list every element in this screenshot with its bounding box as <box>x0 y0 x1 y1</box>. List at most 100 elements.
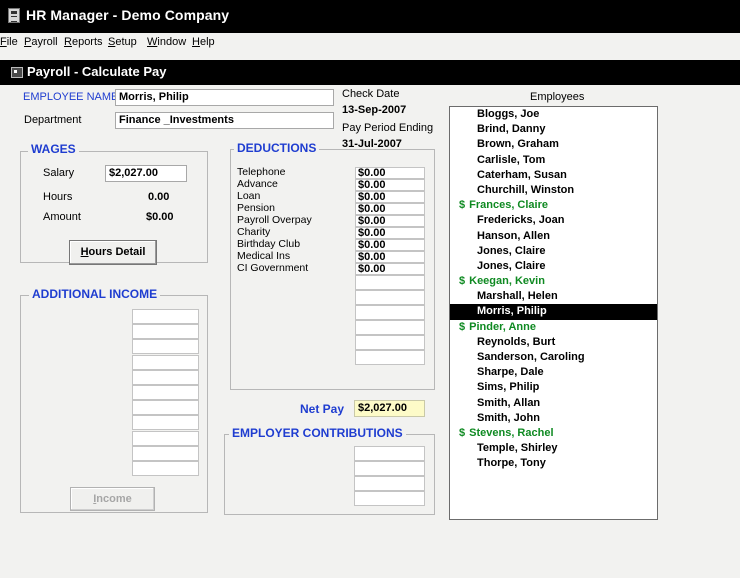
employee-name: Brind, Danny <box>477 123 546 136</box>
hours-value: 0.00 <box>148 191 170 203</box>
additional-income-cell[interactable] <box>132 461 199 476</box>
employees-label: Employees <box>530 91 585 103</box>
deduction-value-cell[interactable]: $0.00 <box>355 167 425 179</box>
employee-list-item[interactable]: $ Pinder, Anne <box>450 320 657 335</box>
deduction-label: CI Government <box>237 262 309 274</box>
deduction-label: Telephone <box>237 166 286 178</box>
window-right-edge <box>740 0 747 588</box>
window-titlebar[interactable]: HR Manager - Demo Company <box>0 0 740 33</box>
paid-flag-icon: $ <box>459 426 466 439</box>
employee-list-item[interactable]: Brown, Graham <box>450 137 657 152</box>
deduction-value-cell[interactable]: $0.00 <box>355 203 425 215</box>
employee-list-item[interactable]: Carlisle, Tom <box>450 153 657 168</box>
deduction-label: Birthday Club <box>237 238 301 250</box>
child-window-title: Payroll - Calculate Pay <box>27 64 167 79</box>
employee-list-item[interactable]: $ Keegan, Kevin <box>450 274 657 289</box>
employee-list-item[interactable]: Smith, Allan <box>450 396 657 411</box>
employee-list-item[interactable]: Morris, Philip <box>450 304 657 320</box>
paid-flag-icon: $ <box>459 199 466 212</box>
deductions-title: DEDUCTIONS <box>234 141 320 155</box>
employee-list-item[interactable]: Brind, Danny <box>450 122 657 137</box>
additional-income-cell[interactable] <box>132 354 199 370</box>
employee-list-item[interactable]: Thorpe, Tony <box>450 456 657 471</box>
deduction-label: Pension <box>237 202 275 214</box>
employer-contributions-title: EMPLOYER CONTRIBUTIONS <box>229 426 406 440</box>
employee-name-label: EMPLOYEE NAME <box>23 91 119 103</box>
employee-name: Marshall, Helen <box>477 290 558 303</box>
department-field[interactable]: Finance _Investments <box>115 112 334 129</box>
deduction-empty-cell[interactable] <box>355 305 425 320</box>
deduction-value-cell[interactable]: $0.00 <box>355 215 425 227</box>
menu-reports[interactable]: Reports <box>64 36 103 48</box>
paid-flag-icon: $ <box>459 275 466 288</box>
employer-contribution-cell[interactable] <box>354 491 425 506</box>
hours-detail-button-label: ours Detail <box>88 246 146 258</box>
additional-income-cell[interactable] <box>132 415 199 431</box>
hours-detail-button[interactable]: Hours Detail <box>69 240 157 265</box>
additional-income-cell[interactable] <box>132 400 199 416</box>
employee-name: Hanson, Allen <box>477 229 550 242</box>
employee-list-item[interactable]: Hanson, Allen <box>450 229 657 244</box>
amount-value: $0.00 <box>146 211 174 223</box>
employee-name: Sims, Philip <box>477 381 540 394</box>
employee-list-item[interactable]: $ Frances, Claire <box>450 198 657 213</box>
deduction-value-cell[interactable]: $0.00 <box>355 251 425 263</box>
additional-income-cell[interactable] <box>132 445 199 461</box>
menu-file[interactable]: File <box>0 36 18 48</box>
additional-income-cell[interactable] <box>132 339 199 355</box>
deduction-empty-cell[interactable] <box>355 275 425 290</box>
employees-listbox[interactable]: Bloggs, Joe Brind, Danny Brown, Graham Carl… <box>449 106 658 520</box>
employee-name: Thorpe, Tony <box>477 457 546 470</box>
additional-income-cell[interactable] <box>132 430 199 446</box>
employee-list-item[interactable]: Bloggs, Joe <box>450 107 657 122</box>
employee-list-item[interactable]: Temple, Shirley <box>450 441 657 456</box>
additional-income-cell[interactable] <box>132 324 199 340</box>
additional-income-cell[interactable] <box>132 385 199 400</box>
child-window-titlebar[interactable]: Payroll - Calculate Pay <box>0 60 740 85</box>
employee-name-field[interactable]: Morris, Philip <box>115 89 334 106</box>
menu-help[interactable]: Help <box>192 36 215 48</box>
menu-bar: File Payroll Reports Setup Window Help <box>0 33 740 53</box>
income-button-label: ncome <box>96 493 132 505</box>
salary-field[interactable]: $2,027.00 <box>105 165 187 182</box>
deduction-empty-cell[interactable] <box>355 290 425 305</box>
hours-detail-button-hotkey: H <box>80 246 89 258</box>
employee-list-item[interactable]: Fredericks, Joan <box>450 213 657 228</box>
menu-setup[interactable]: Setup <box>108 36 137 48</box>
menu-window[interactable]: Window <box>147 36 186 48</box>
employer-contribution-cell[interactable] <box>354 461 425 476</box>
employer-contribution-cell[interactable] <box>354 476 425 491</box>
employer-contribution-cell[interactable] <box>354 446 425 461</box>
deduction-value-cell[interactable]: $0.00 <box>355 227 425 239</box>
deduction-empty-cell[interactable] <box>355 350 425 365</box>
check-date-label: Check Date <box>342 88 400 100</box>
employee-name: Stevens, Rachel <box>469 426 554 439</box>
hours-label: Hours <box>43 191 73 203</box>
deduction-value-cell[interactable]: $0.00 <box>355 263 425 275</box>
employee-list-item[interactable]: Jones, Claire <box>450 259 657 274</box>
menu-payroll[interactable]: Payroll <box>24 36 58 48</box>
employee-name: Caterham, Susan <box>477 168 567 181</box>
deduction-value-cell[interactable]: $0.00 <box>355 239 425 251</box>
amount-label: Amount <box>43 211 81 223</box>
employee-list-item[interactable]: $ Stevens, Rachel <box>450 426 657 441</box>
deduction-empty-cell[interactable] <box>355 335 425 350</box>
deduction-empty-cell[interactable] <box>355 320 425 335</box>
deduction-value-cell[interactable]: $0.00 <box>355 179 425 191</box>
employee-list-item[interactable]: Churchill, Winston <box>450 183 657 198</box>
employee-list-item[interactable]: Sanderson, Caroling <box>450 350 657 365</box>
deduction-label: Advance <box>237 178 278 190</box>
employee-list-item[interactable]: Marshall, Helen <box>450 289 657 304</box>
additional-income-cell[interactable] <box>132 369 199 385</box>
additional-income-cell[interactable] <box>132 309 199 324</box>
employee-name: Bloggs, Joe <box>477 108 540 120</box>
employee-list-item[interactable]: Reynolds, Burt <box>450 335 657 350</box>
employee-list-item[interactable]: Caterham, Susan <box>450 168 657 183</box>
employee-list-item[interactable]: Sims, Philip <box>450 380 657 395</box>
employee-list-item[interactable]: Jones, Claire <box>450 244 657 259</box>
income-button[interactable]: Income <box>70 487 155 511</box>
employee-list-item[interactable]: Smith, John <box>450 411 657 426</box>
deduction-value-cell[interactable]: $0.00 <box>355 191 425 203</box>
app-window: HR Manager - Demo Company File Payroll R… <box>0 0 747 588</box>
employee-list-item[interactable]: Sharpe, Dale <box>450 365 657 380</box>
